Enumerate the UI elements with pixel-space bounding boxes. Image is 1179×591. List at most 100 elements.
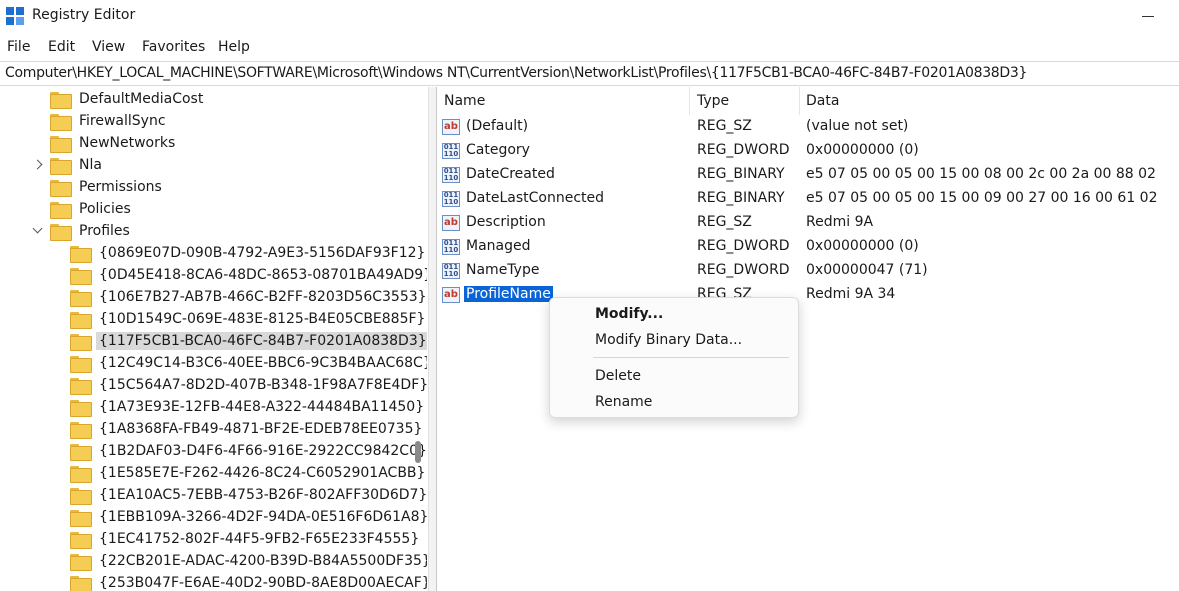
tree-item[interactable]: {253B047F-E6AE-40D2-90BD-8AE8D00AECAF} [52,572,427,591]
tree-item-label: NewNetworks [79,135,176,151]
tree-item-label: DefaultMediaCost [79,91,204,107]
tree-item[interactable]: {106E7B27-AB7B-466C-B2FF-8203D56C3553} [52,286,427,308]
tree-item[interactable]: {1A73E93E-12FB-44E8-A322-44484BA11450} [52,396,427,418]
collapse-chevron-icon[interactable] [32,220,44,242]
key-tree-pane[interactable]: DefaultMediaCost FirewallSync NewNetworks N… [0,87,427,591]
binary-value-icon: 011 110 [442,167,460,183]
tree-item[interactable]: NewNetworks [32,132,178,154]
tree-item[interactable]: {1EBB109A-3266-4D2F-94DA-0E516F6D61A8} [52,506,427,528]
menu-view[interactable]: View [92,39,125,55]
tree-item-label: {0D45E418-8CA6-48DC-8653-08701BA49AD9} [99,267,427,283]
tree-item-label: {253B047F-E6AE-40D2-90BD-8AE8D00AECAF} [99,575,427,591]
tree-item[interactable]: {1B2DAF03-D4F6-4F66-916E-2922CC9842C0} [52,440,427,462]
tree-item[interactable]: {0D45E418-8CA6-48DC-8653-08701BA49AD9} [52,264,427,286]
tree-item[interactable]: {10D1549C-069E-483E-8125-B4E05CBE885F} [52,308,427,330]
menu-separator [593,357,789,358]
tree-item[interactable]: {117F5CB1-BCA0-46FC-84B7-F0201A0838D3} [52,330,427,352]
value-data: Redmi 9A 34 [806,286,896,302]
column-header-type[interactable]: Type [697,87,800,115]
menu-favorites[interactable]: Favorites [142,39,205,55]
tree-item[interactable]: {12C49C14-B3C6-40EE-BBC6-9C3B4BAAC68C} [52,352,427,374]
folder-icon [70,399,92,417]
tree-item[interactable]: {1EA10AC5-7EBB-4753-B26F-802AFF30D6D7} [52,484,427,506]
tree-item[interactable]: {22CB201E-ADAC-4200-B39D-B84A5500DF35} [52,550,427,572]
menu-modify[interactable]: Modify... [595,306,663,322]
string-value-icon: ab [442,215,460,231]
tree-item[interactable]: DefaultMediaCost [32,88,206,110]
folder-icon [70,509,92,527]
expand-chevron-icon[interactable] [32,154,44,176]
folder-icon [70,355,92,373]
column-header-name[interactable]: Name [444,87,690,115]
value-name: Category [466,142,530,158]
tree-item-label: Permissions [79,179,162,195]
value-type: REG_BINARY [697,190,785,206]
menu-delete[interactable]: Delete [595,368,641,384]
menu-file[interactable]: File [7,39,30,55]
menu-help[interactable]: Help [218,39,250,55]
value-name: DateCreated [466,166,555,182]
folder-icon [50,179,72,197]
tree-item-label: {1A8368FA-FB49-4871-BF2E-EDEB78EE0735} [99,421,423,437]
value-row[interactable]: 011 110 Category REG_DWORD 0x00000000 (0) [437,139,1179,163]
tree-item-label: {1E585E7E-F262-4426-8C24-C6052901ACBB} [99,465,426,481]
tree-item-label: FirewallSync [79,113,166,129]
tree-item-label: {1EBB109A-3266-4D2F-94DA-0E516F6D61A8} [99,509,427,525]
value-type: REG_DWORD [697,262,790,278]
tree-item-label: {1B2DAF03-D4F6-4F66-916E-2922CC9842C0} [99,443,427,459]
menu-rename[interactable]: Rename [595,394,652,410]
tree-item[interactable]: {15C564A7-8D2D-407B-B348-1F98A7F8E4DF} [52,374,427,396]
string-value-icon: ab [442,287,460,303]
menu-edit[interactable]: Edit [48,39,75,55]
context-menu: Modify... Modify Binary Data... Delete Rena… [549,297,799,418]
folder-icon [70,311,92,329]
tree-item[interactable]: {1EC41752-802F-44F5-9FB2-F65E233F4555} [52,528,422,550]
folder-icon [70,531,92,549]
value-row[interactable]: 011 110 DateCreated REG_BINARY e5 07 05 00 … [437,163,1179,187]
value-row[interactable]: 011 110 DateLastConnected REG_BINARY e5 07 … [437,187,1179,211]
minimize-button[interactable] [1130,0,1179,34]
tree-item[interactable]: {0869E07D-090B-4792-A9E3-5156DAF93F12} [52,242,427,264]
folder-icon [70,267,92,285]
tree-item[interactable]: Permissions [32,176,165,198]
value-row[interactable]: ab (Default) REG_SZ (value not set) [437,115,1179,139]
column-header-data[interactable]: Data [806,87,1161,115]
binary-value-icon: 011 110 [442,263,460,279]
folder-icon [50,135,72,153]
tree-item[interactable]: {1E585E7E-F262-4426-8C24-C6052901ACBB} [52,462,427,484]
value-name: Description [466,214,546,230]
tree-item-label: {15C564A7-8D2D-407B-B348-1F98A7F8E4DF} [99,377,427,393]
value-row[interactable]: 011 110 NameType REG_DWORD 0x00000047 (71) [437,259,1179,283]
registry-editor-icon [6,7,26,27]
tree-item[interactable]: {1A8368FA-FB49-4871-BF2E-EDEB78EE0735} [52,418,425,440]
tree-item-label: {1A73E93E-12FB-44E8-A322-44484BA11450} [99,399,425,415]
value-name: DateLastConnected [466,190,605,206]
pane-splitter[interactable] [428,87,437,591]
address-path[interactable]: Computer\HKEY_LOCAL_MACHINE\SOFTWARE\Mic… [5,65,1027,81]
tree-item-label: Profiles [79,223,130,239]
value-data: 0x00000047 (71) [806,262,928,278]
menu-modify-binary-data[interactable]: Modify Binary Data... [595,332,742,348]
value-data: e5 07 05 00 05 00 15 00 09 00 27 00 16 0… [806,190,1158,206]
value-data: Redmi 9A [806,214,874,230]
tree-item[interactable]: FirewallSync [32,110,169,132]
folder-icon [70,465,92,483]
value-row[interactable]: 011 110 Managed REG_DWORD 0x00000000 (0) [437,235,1179,259]
folder-icon [70,289,92,307]
tree-item[interactable]: Policies [32,198,134,220]
tree-item-label: Nla [79,157,102,173]
tree-item[interactable]: Nla [32,154,105,176]
folder-icon [70,333,92,351]
address-bar[interactable]: Computer\HKEY_LOCAL_MACHINE\SOFTWARE\Mic… [0,61,1179,86]
tree-item[interactable]: Profiles [32,220,133,242]
tree-item-label: {10D1549C-069E-483E-8125-B4E05CBE885F} [99,311,426,327]
tree-scrollbar-thumb[interactable] [415,441,421,463]
value-row[interactable]: ab Description REG_SZ Redmi 9A [437,211,1179,235]
value-type: REG_BINARY [697,166,785,182]
